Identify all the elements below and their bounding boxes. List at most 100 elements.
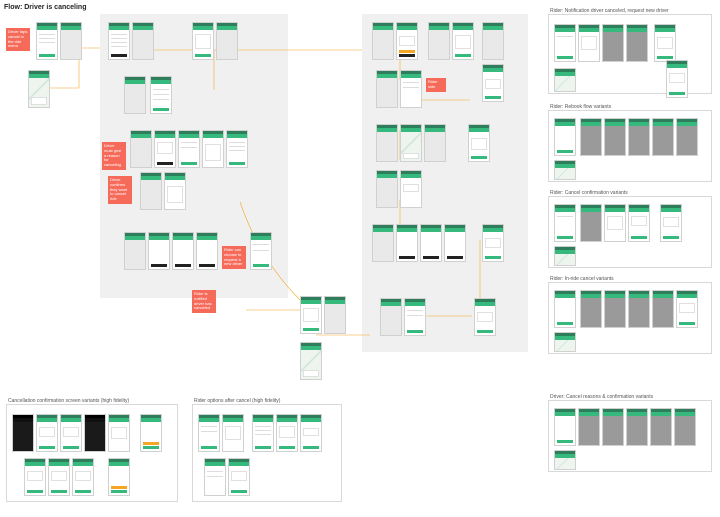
screen-rider-notif-c[interactable] bbox=[428, 22, 450, 60]
s4-a[interactable] bbox=[554, 290, 576, 328]
s3-map[interactable] bbox=[554, 246, 576, 266]
s1-d[interactable] bbox=[626, 24, 648, 62]
s1-b[interactable] bbox=[578, 24, 600, 62]
s3-c[interactable] bbox=[604, 204, 626, 242]
ba-2[interactable] bbox=[60, 414, 82, 452]
s1-map[interactable] bbox=[554, 68, 576, 92]
screen-rider-row5-d[interactable] bbox=[444, 224, 466, 262]
s2-a[interactable] bbox=[554, 118, 576, 156]
bottom-sheet-b-label: Rider options after cancel (high fidelit… bbox=[194, 398, 280, 404]
bb-7[interactable] bbox=[228, 458, 250, 496]
screen-rider-notif-b[interactable] bbox=[396, 22, 418, 60]
s3-d[interactable] bbox=[628, 204, 650, 242]
s2-c[interactable] bbox=[604, 118, 626, 156]
s4-f[interactable] bbox=[676, 290, 698, 328]
screen-reason-optD[interactable] bbox=[202, 130, 224, 168]
screen-rider-row4-a[interactable] bbox=[376, 170, 398, 208]
screen-rider-row5-b[interactable] bbox=[396, 224, 418, 262]
s3-e[interactable] bbox=[660, 204, 682, 242]
screen-bridge-a[interactable] bbox=[300, 296, 322, 334]
screen-driver-ride-active-b[interactable] bbox=[60, 22, 82, 60]
s5-c[interactable] bbox=[602, 408, 624, 446]
s4-c[interactable] bbox=[604, 290, 626, 328]
screen-bridge-b[interactable] bbox=[324, 296, 346, 334]
s5-b[interactable] bbox=[578, 408, 600, 446]
screen-cancel-menu[interactable] bbox=[108, 22, 130, 60]
screen-reason-optC[interactable] bbox=[178, 130, 200, 168]
s1-c[interactable] bbox=[602, 24, 624, 62]
s1-e[interactable] bbox=[654, 24, 676, 62]
screen-rider-row6-a[interactable] bbox=[380, 298, 402, 336]
s4-b[interactable] bbox=[580, 290, 602, 328]
bb-2[interactable] bbox=[222, 414, 244, 452]
ba-5[interactable] bbox=[24, 458, 46, 496]
screen-reason-optB[interactable] bbox=[154, 130, 176, 168]
screen-rider-row2-b[interactable] bbox=[400, 70, 422, 108]
bb-6[interactable] bbox=[204, 458, 226, 496]
screen-rider-row2-a[interactable] bbox=[376, 70, 398, 108]
screen-rider-row5-c[interactable] bbox=[420, 224, 442, 262]
s4-d[interactable] bbox=[628, 290, 650, 328]
screen-cancel-menu-grey[interactable] bbox=[132, 22, 154, 60]
screen-reason-confirm[interactable] bbox=[164, 172, 186, 210]
bb-5[interactable] bbox=[300, 414, 322, 452]
screen-rider-row5-e[interactable] bbox=[482, 224, 504, 262]
ba-lock2[interactable] bbox=[84, 414, 106, 452]
s5-a[interactable] bbox=[554, 408, 576, 446]
screen-rider-row6-b[interactable] bbox=[404, 298, 426, 336]
screen-rider-notif-a[interactable] bbox=[372, 22, 394, 60]
screen-rider-map-start[interactable] bbox=[28, 70, 50, 108]
ba-lock[interactable] bbox=[12, 414, 34, 452]
s5-map[interactable] bbox=[554, 450, 576, 470]
screen-driver-ride-active-a[interactable] bbox=[36, 22, 58, 60]
s2-d[interactable] bbox=[628, 118, 650, 156]
ba-6[interactable] bbox=[48, 458, 70, 496]
ba-8[interactable] bbox=[108, 458, 130, 496]
s5-f[interactable] bbox=[674, 408, 696, 446]
screen-cancel-reason-list[interactable] bbox=[150, 76, 172, 114]
s5-d[interactable] bbox=[626, 408, 648, 446]
s4-map[interactable] bbox=[554, 332, 576, 352]
screen-canceled-toast-a[interactable] bbox=[124, 232, 146, 270]
s2-b[interactable] bbox=[580, 118, 602, 156]
note-rider-side: Rider side bbox=[426, 78, 446, 92]
screen-rider-notif-d[interactable] bbox=[452, 22, 474, 60]
s3-a[interactable] bbox=[554, 204, 576, 242]
bb-4[interactable] bbox=[276, 414, 298, 452]
s3-b[interactable] bbox=[580, 204, 602, 242]
screen-canceled-toast-e[interactable] bbox=[250, 232, 272, 270]
screen-rider-row6-end[interactable] bbox=[474, 298, 496, 336]
screen-canceled-toast-c[interactable] bbox=[172, 232, 194, 270]
screen-cancel-confirm-dialog[interactable] bbox=[192, 22, 214, 60]
screen-reason-confirm-grey[interactable] bbox=[140, 172, 162, 210]
bb-1[interactable] bbox=[198, 414, 220, 452]
s1-f[interactable] bbox=[666, 60, 688, 98]
ba-4[interactable] bbox=[140, 414, 162, 452]
s2-f[interactable] bbox=[676, 118, 698, 156]
s5-e[interactable] bbox=[650, 408, 672, 446]
screen-rider-row3-a[interactable] bbox=[376, 124, 398, 162]
screen-rider-notif-e[interactable] bbox=[482, 22, 504, 60]
screen-cancel-confirm-dialog-grey[interactable] bbox=[216, 22, 238, 60]
s2-map[interactable] bbox=[554, 160, 576, 180]
screen-rider-row3-c[interactable] bbox=[424, 124, 446, 162]
s2-e[interactable] bbox=[652, 118, 674, 156]
screen-bridge-map[interactable] bbox=[300, 342, 322, 380]
screen-rider-row5-a[interactable] bbox=[372, 224, 394, 262]
screen-rider-notif-f[interactable] bbox=[482, 64, 504, 102]
screen-rider-row3-b[interactable] bbox=[400, 124, 422, 162]
bb-3[interactable] bbox=[252, 414, 274, 452]
screen-canceled-toast-b[interactable] bbox=[148, 232, 170, 270]
ba-1[interactable] bbox=[36, 414, 58, 452]
ba-7[interactable] bbox=[72, 458, 94, 496]
screen-rider-row3-d[interactable] bbox=[468, 124, 490, 162]
screen-reason-optE[interactable] bbox=[226, 130, 248, 168]
s4-e[interactable] bbox=[652, 290, 674, 328]
screen-reason-optA[interactable] bbox=[130, 130, 152, 168]
sheet-5-label: Driver: Cancel reasons & confirmation va… bbox=[550, 394, 653, 400]
screen-canceled-toast-d[interactable] bbox=[196, 232, 218, 270]
ba-3[interactable] bbox=[108, 414, 130, 452]
screen-rider-row4-b[interactable] bbox=[400, 170, 422, 208]
s1-a[interactable] bbox=[554, 24, 576, 62]
screen-cancel-reason-blank[interactable] bbox=[124, 76, 146, 114]
